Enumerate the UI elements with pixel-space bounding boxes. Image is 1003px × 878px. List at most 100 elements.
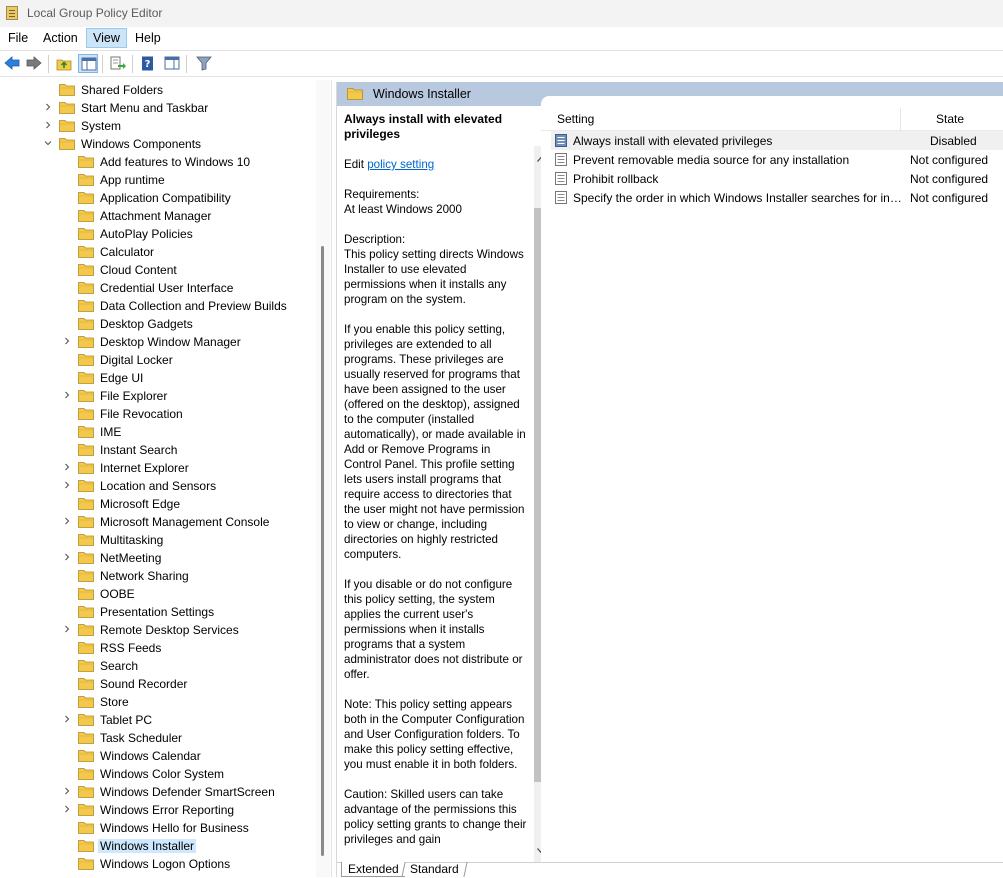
chevron-right-icon[interactable] (63, 553, 71, 561)
forward-button[interactable] (24, 54, 44, 73)
tree-item[interactable]: OOBE (0, 585, 315, 603)
chevron-right-icon[interactable] (63, 391, 71, 399)
tree-item[interactable]: Credential User Interface (0, 279, 315, 297)
tree-item[interactable]: Network Sharing (0, 567, 315, 585)
show-hide-console-tree-button[interactable] (78, 54, 98, 73)
tree-item[interactable]: Task Scheduler (0, 729, 315, 747)
tree-scrollbar[interactable] (316, 80, 330, 877)
tree-item[interactable]: Calculator (0, 243, 315, 261)
help-button[interactable]: ? (138, 54, 158, 73)
column-header-state[interactable]: State (936, 112, 964, 126)
folder-icon (78, 732, 94, 744)
tree-item[interactable]: Windows Calendar (0, 747, 315, 765)
policy-row[interactable]: Prevent removable media source for any i… (551, 150, 1003, 169)
column-divider[interactable] (900, 108, 901, 130)
filter-options-button[interactable] (194, 54, 214, 73)
menu-view[interactable]: View (86, 28, 127, 48)
chevron-right-icon[interactable] (63, 625, 71, 633)
chevron-right-icon[interactable] (63, 481, 71, 489)
tab-extended[interactable]: Extended (341, 862, 405, 877)
chevron-right-icon[interactable] (63, 517, 71, 525)
tree-item-label: Windows Hello for Business (100, 821, 249, 835)
tree-item[interactable]: Start Menu and Taskbar (0, 99, 315, 117)
tree-item[interactable]: Shared Folders (0, 81, 315, 99)
window-title: Local Group Policy Editor (27, 6, 163, 20)
policy-row[interactable]: Always install with elevated privileges D… (551, 131, 1003, 150)
tree-item[interactable]: AutoPlay Policies (0, 225, 315, 243)
tree-item-label: Microsoft Edge (100, 497, 181, 511)
tree-item[interactable]: App runtime (0, 171, 315, 189)
tree-item[interactable]: Instant Search (0, 441, 315, 459)
tree-item[interactable]: NetMeeting (0, 549, 315, 567)
tree-item[interactable]: Desktop Window Manager (0, 333, 315, 351)
tree-item[interactable]: IME (0, 423, 315, 441)
tree-item[interactable]: Windows Logon Options (0, 855, 315, 873)
tree-item[interactable]: Microsoft Edge (0, 495, 315, 513)
chevron-right-icon[interactable] (63, 463, 71, 471)
tree-item[interactable]: Add features to Windows 10 (0, 153, 315, 171)
tree-item[interactable]: File Revocation (0, 405, 315, 423)
tree-item[interactable]: Attachment Manager (0, 207, 315, 225)
console-tree[interactable]: Shared Folders Start Menu and Taskbar Syst… (0, 80, 332, 877)
policy-name: Always install with elevated privileges (573, 134, 773, 148)
back-button[interactable] (2, 54, 22, 73)
tree-item[interactable]: Sound Recorder (0, 675, 315, 693)
up-one-level-button[interactable] (54, 54, 74, 73)
tree-item[interactable]: Windows Color System (0, 765, 315, 783)
tree-item[interactable]: Tablet PC (0, 711, 315, 729)
folder-icon (78, 606, 94, 618)
tree-item[interactable]: Windows Installer (0, 837, 315, 855)
tab-standard-label: Standard (410, 862, 459, 876)
chevron-right-icon[interactable] (44, 103, 52, 111)
tree-item[interactable]: Store (0, 693, 315, 711)
tree-item-label: OOBE (100, 587, 135, 601)
tree-item[interactable]: Microsoft Management Console (0, 513, 315, 531)
show-hide-action-pane-button[interactable] (162, 54, 182, 73)
description-paragraph: If you disable or do not configure this … (344, 578, 523, 681)
tree-item[interactable]: Location and Sensors (0, 477, 315, 495)
menu-file[interactable]: File (7, 31, 29, 45)
tree-item[interactable]: Desktop Gadgets (0, 315, 315, 333)
column-header-setting[interactable]: Setting (557, 112, 594, 126)
tree-item[interactable]: Edge UI (0, 369, 315, 387)
folder-icon (59, 84, 75, 96)
export-list-button[interactable] (108, 54, 128, 73)
tab-standard[interactable]: Standard (401, 862, 468, 877)
tree-scrollbar-thumb[interactable] (321, 246, 324, 856)
tree-item[interactable]: Multitasking (0, 531, 315, 549)
chevron-right-icon[interactable] (63, 787, 71, 795)
edit-policy-setting-link[interactable]: policy setting (367, 158, 434, 171)
tree-item[interactable]: Windows Components (0, 135, 315, 153)
folder-icon (78, 408, 94, 420)
tree-item-label: Edge UI (100, 371, 144, 385)
menu-help[interactable]: Help (134, 31, 162, 45)
policy-row[interactable]: Prohibit rollback Not configured (551, 169, 1003, 188)
policy-row[interactable]: Specify the order in which Windows Insta… (551, 188, 1003, 207)
tree-item-label: Store (100, 695, 129, 709)
chevron-right-icon[interactable] (63, 715, 71, 723)
tree-item[interactable]: Windows Hello for Business (0, 819, 315, 837)
policy-setting-icon (555, 153, 567, 166)
chevron-right-icon[interactable] (44, 121, 52, 129)
tree-item[interactable]: Internet Explorer (0, 459, 315, 477)
folder-icon (78, 192, 94, 204)
tree-item[interactable]: Search (0, 657, 315, 675)
action-pane-icon (164, 56, 180, 70)
chevron-down-icon[interactable] (44, 139, 52, 147)
tree-item[interactable]: Presentation Settings (0, 603, 315, 621)
tree-item[interactable]: Application Compatibility (0, 189, 315, 207)
tree-item[interactable]: Cloud Content (0, 261, 315, 279)
tree-item[interactable]: Windows Error Reporting (0, 801, 315, 819)
chevron-right-icon[interactable] (63, 805, 71, 813)
tree-item[interactable]: Data Collection and Preview Builds (0, 297, 315, 315)
tree-item[interactable]: Digital Locker (0, 351, 315, 369)
tree-item[interactable]: Windows Defender SmartScreen (0, 783, 315, 801)
tree-item[interactable]: File Explorer (0, 387, 315, 405)
folder-icon (78, 498, 94, 510)
chevron-right-icon[interactable] (63, 337, 71, 345)
tree-item[interactable]: System (0, 117, 315, 135)
settings-list[interactable]: Setting State Always install with elevat… (541, 96, 1003, 862)
tree-item[interactable]: RSS Feeds (0, 639, 315, 657)
menu-action[interactable]: Action (42, 31, 79, 45)
tree-item[interactable]: Remote Desktop Services (0, 621, 315, 639)
